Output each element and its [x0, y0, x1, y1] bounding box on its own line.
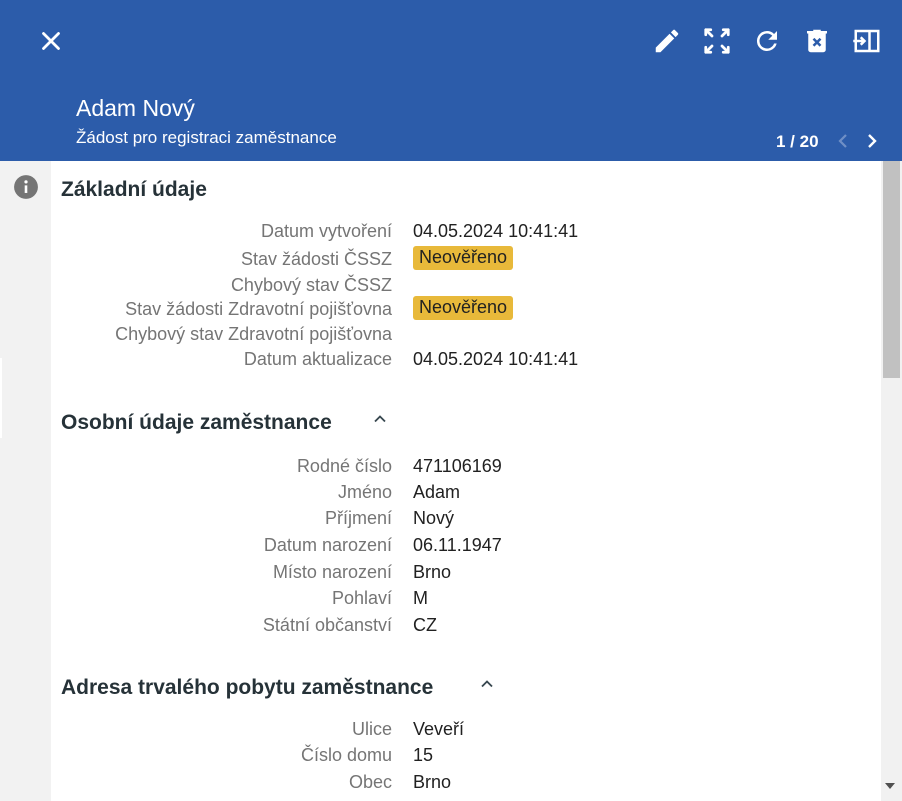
record-subtitle: Žádost pro registraci zaměstnance: [76, 128, 337, 147]
edit-button[interactable]: [652, 26, 682, 56]
section-title-zakladni: Základní údaje: [61, 178, 207, 201]
detail-row: Obec Brno: [51, 772, 881, 798]
detail-row: Státní občanství CZ: [51, 615, 881, 641]
field-value: Adam: [413, 482, 461, 502]
field-value: 15: [413, 745, 434, 765]
field-label: Rodné číslo: [296, 456, 392, 476]
detail-row: Datum aktualizace 04.05.2024 10:41:41: [51, 349, 881, 375]
field-label: Číslo domu: [300, 745, 392, 765]
left-gutter: [0, 161, 51, 801]
detail-row: Stav žádosti Zdravotní pojišťovna Neověř…: [51, 296, 881, 325]
field-label: Chybový stav Zdravotní pojišťovna: [115, 324, 392, 344]
field-label: Stav žádosti ČSSZ: [240, 249, 392, 269]
close-button[interactable]: [36, 26, 66, 56]
field-label: Obec: [348, 772, 392, 792]
field-value: 06.11.1947: [413, 535, 502, 555]
field-value: 471106169: [413, 456, 502, 476]
info-button[interactable]: [13, 174, 39, 200]
detail-row: Datum narození 06.11.1947: [51, 535, 881, 561]
detail-row: Příjmení Nový: [51, 508, 881, 534]
detail-row: Jméno Adam: [51, 482, 881, 508]
field-value: 04.05.2024 10:41:41: [413, 349, 579, 369]
field-label: Jméno: [337, 482, 392, 502]
chevron-up-icon: [481, 680, 493, 688]
field-value: Nový: [413, 508, 455, 528]
field-label: Datum aktualizace: [243, 349, 392, 369]
gutter-edge: [0, 358, 2, 438]
collapse-section-button[interactable]: [477, 674, 497, 694]
section-title-adresa: Adresa trvalého pobytu zaměstnance: [61, 676, 434, 699]
pager-counter: 1 / 20: [776, 132, 819, 151]
section-title-osobni: Osobní údaje zaměstnance: [61, 411, 332, 434]
detail-row: Pohlaví M: [51, 588, 881, 614]
fullscreen-icon: [704, 28, 730, 54]
record-title: Adam Nový: [76, 95, 195, 121]
detail-row: Číslo domu 15: [51, 745, 881, 771]
previous-record-button[interactable]: [831, 129, 855, 153]
field-value: 04.05.2024 10:41:41: [413, 221, 579, 241]
chevron-right-icon: [868, 134, 877, 148]
field-label: Pohlaví: [331, 588, 392, 608]
exit-panel-button[interactable]: [852, 26, 882, 56]
detail-header: Adam Nový Žádost pro registraci zaměstna…: [0, 0, 902, 161]
exit-panel-icon: [853, 29, 880, 53]
field-label: Příjmení: [324, 508, 392, 528]
chevron-up-icon: [374, 415, 386, 423]
info-icon: [14, 175, 38, 199]
field-label: Ulice: [351, 719, 392, 739]
field-value: Brno: [413, 562, 452, 582]
detail-row: Místo narození Brno: [51, 562, 881, 588]
detail-row: Ulice Veveří: [51, 719, 881, 745]
scroll-down-arrow[interactable]: [885, 783, 895, 789]
delete-icon: [807, 29, 827, 53]
field-label: Chybový stav ČSSZ: [230, 275, 392, 295]
fullscreen-button[interactable]: [702, 26, 732, 56]
status-badge: Neověřeno: [413, 296, 514, 320]
status-badge: Neověřeno: [413, 246, 514, 270]
edit-icon: [655, 29, 679, 53]
field-label: Datum vytvoření: [260, 221, 392, 241]
detail-row: Datum vytvoření 04.05.2024 10:41:41: [51, 221, 881, 247]
chevron-left-icon: [838, 134, 847, 148]
field-value: Veveří: [413, 719, 465, 739]
detail-row: Chybový stav Zdravotní pojišťovna: [51, 324, 881, 350]
close-icon: [42, 32, 60, 50]
refresh-button[interactable]: [752, 26, 782, 56]
detail-row: Stav žádosti ČSSZ Neověřeno: [51, 246, 881, 275]
field-value: Brno: [413, 772, 452, 792]
field-label: Stav žádosti Zdravotní pojišťovna: [125, 299, 392, 319]
next-record-button[interactable]: [860, 129, 884, 153]
field-label: Státní občanství: [262, 615, 392, 635]
detail-row: Rodné číslo 471106169: [51, 456, 881, 482]
field-label: Datum narození: [263, 535, 392, 555]
field-value: M: [413, 588, 428, 608]
refresh-icon: [756, 30, 777, 51]
delete-button[interactable]: [802, 26, 832, 56]
field-value: CZ: [413, 615, 437, 635]
scrollbar-thumb[interactable]: [883, 161, 900, 378]
collapse-section-button[interactable]: [370, 409, 390, 429]
field-label: Místo narození: [272, 562, 392, 582]
